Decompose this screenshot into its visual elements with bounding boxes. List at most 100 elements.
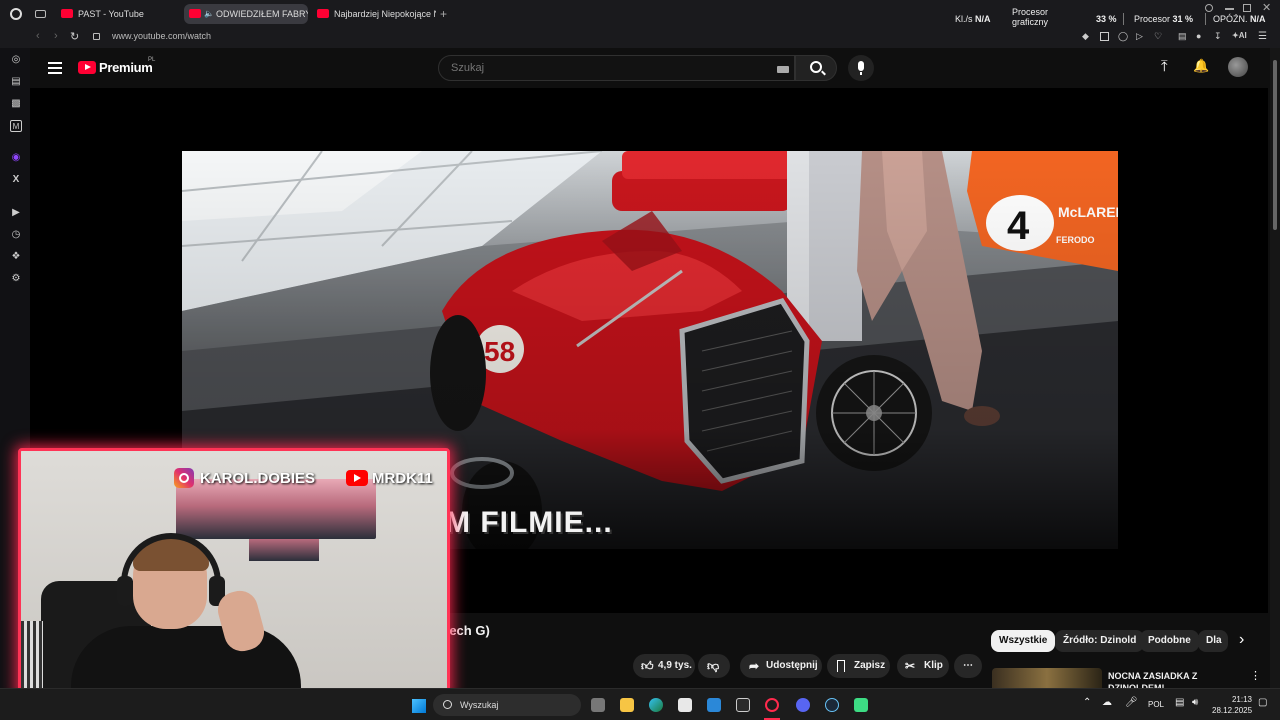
mail-icon[interactable]: [707, 698, 721, 712]
more-actions-button[interactable]: ⋯: [954, 654, 982, 678]
search-box: [438, 55, 795, 81]
avatar[interactable]: [1228, 57, 1248, 77]
gpu-label-line1: Procesor: [1012, 7, 1049, 17]
twitch-icon[interactable]: ◉: [10, 152, 22, 164]
microsoft-store-icon[interactable]: [678, 698, 692, 712]
minimize-window-icon[interactable]: [1225, 8, 1234, 10]
language-indicator[interactable]: POL: [1148, 700, 1164, 709]
cloud-icon[interactable]: ☁: [1102, 697, 1112, 708]
file-explorer-icon[interactable]: [620, 698, 634, 712]
notifications-bell-icon[interactable]: 🔔: [1193, 58, 1209, 74]
like-button[interactable]: 👍︎ 4,9 tys.: [633, 654, 695, 678]
striped-curtain: [21, 621, 43, 695]
opera-gx-icon[interactable]: [765, 698, 779, 712]
tab-title: ODWIEDZIŁEM FABRY: [216, 9, 308, 19]
save-button[interactable]: Zapisz: [827, 654, 890, 678]
player-icon[interactable]: ▶: [10, 207, 22, 219]
close-window-icon[interactable]: ✕: [1262, 1, 1271, 14]
chip-related[interactable]: Podobne: [1140, 630, 1199, 652]
start-button-icon[interactable]: [412, 699, 426, 713]
m-icon[interactable]: M: [10, 120, 22, 132]
hud-divider: [1123, 13, 1124, 25]
scissors-icon: ✂: [905, 659, 916, 673]
microphone-tray-icon[interactable]: 🎤︎: [1125, 697, 1138, 708]
tab-odwiedzilem-fabryke[interactable]: 🔈 ODWIEDZIŁEM FABRY: [184, 4, 308, 24]
page-scrollbar[interactable]: [1270, 48, 1280, 688]
clock-date: 28.12.2025: [1212, 706, 1253, 715]
settings-gear-icon[interactable]: ⚙: [10, 273, 22, 285]
youtube-logo-text[interactable]: Premium: [99, 60, 153, 75]
chip-source[interactable]: Źródło: Dzinold: [1055, 630, 1145, 652]
url-field[interactable]: www.youtube.com/watch: [112, 31, 211, 41]
kebab-menu-icon[interactable]: ⋮: [1250, 669, 1261, 682]
crypto-wallet-icon[interactable]: ▩: [10, 98, 22, 110]
cpu-stat: Procesor 31 %: [1134, 14, 1193, 24]
opera-menu-icon[interactable]: [10, 8, 22, 20]
scrollbar-thumb[interactable]: [1273, 60, 1277, 230]
next-video-thumbnail[interactable]: [992, 668, 1102, 690]
heart-icon[interactable]: ♡: [1154, 31, 1162, 42]
forward-icon[interactable]: ›: [54, 30, 58, 42]
maximize-window-icon[interactable]: [1243, 4, 1251, 12]
upload-icon[interactable]: ⤒: [1161, 58, 1168, 75]
tab-past-youtube[interactable]: PAST - YouTube: [56, 4, 180, 24]
tray-overflow-icon[interactable]: ⌃: [1083, 697, 1091, 708]
chip-for-you[interactable]: Dla: [1198, 630, 1228, 652]
address-bar: ‹ › ↻ www.youtube.com/watch ◆ ◯ ▷ ♡ ▤ ● …: [0, 28, 1280, 48]
cpu-label: Procesor: [1134, 14, 1171, 24]
clip-button[interactable]: ✂ Klip: [897, 654, 949, 678]
taskbar-search[interactable]: Wyszukaj: [433, 694, 581, 716]
voice-search-button[interactable]: [848, 55, 874, 81]
extensions-icon[interactable]: ▤: [1178, 31, 1187, 42]
bookmarks-icon[interactable]: ▤: [10, 76, 22, 88]
back-icon[interactable]: ‹: [36, 30, 40, 42]
pin-icon[interactable]: ◆: [1082, 31, 1089, 42]
discord-icon[interactable]: [796, 698, 810, 712]
snapshot-icon[interactable]: [1100, 32, 1109, 41]
history-icon[interactable]: ◷: [10, 229, 22, 241]
browser-menu-icon[interactable]: ☰: [1258, 31, 1267, 42]
chip-all[interactable]: Wszystkie: [991, 630, 1056, 652]
keyboard-icon[interactable]: [777, 66, 789, 73]
clip-label: Klip: [924, 660, 943, 671]
search-button[interactable]: [795, 55, 837, 81]
epic-games-icon[interactable]: [736, 698, 750, 712]
profile-icon[interactable]: ●: [1196, 31, 1201, 41]
shield-icon[interactable]: ◯: [1118, 31, 1128, 42]
volume-icon[interactable]: 🔊︎: [1192, 697, 1198, 708]
notifications-icon[interactable]: ▢: [1258, 697, 1267, 708]
network-stat: Kl./s N/A: [955, 14, 991, 24]
dislike-button[interactable]: 👎︎: [698, 654, 730, 678]
reload-icon[interactable]: ↻: [70, 30, 79, 43]
tab-title: PAST - YouTube: [78, 9, 144, 19]
more-dots-icon: ⋯: [963, 660, 973, 671]
task-view-icon[interactable]: [591, 698, 605, 712]
clock[interactable]: 21:13 28.12.2025: [1212, 694, 1252, 716]
latency-label: OPÓŹN.: [1213, 14, 1248, 24]
menu-hamburger-icon[interactable]: [48, 62, 62, 74]
webcam-overlay: KAROL.DOBIES MRDK11: [18, 448, 450, 698]
steam-icon[interactable]: [825, 698, 839, 712]
youtube-favicon-icon: [189, 9, 201, 18]
tab-overview-icon[interactable]: [35, 10, 46, 18]
extensions-icon[interactable]: ❖: [10, 251, 22, 263]
speaker-icon[interactable]: 🔈: [204, 4, 214, 24]
download-icon[interactable]: ↧: [1214, 31, 1222, 42]
search-input[interactable]: [451, 62, 751, 74]
youtube-logo-icon[interactable]: [78, 61, 96, 74]
share-button[interactable]: ➦ Udostępnij: [740, 654, 822, 678]
search-tabs-icon[interactable]: [1205, 4, 1213, 12]
player-icon[interactable]: ▷: [1136, 31, 1143, 42]
tab-najbardziej-niepokojace[interactable]: Najbardziej Niepokojące N: [312, 4, 436, 24]
bookmark-icon: [837, 660, 845, 672]
android-app-icon[interactable]: [854, 698, 868, 712]
next-video-title[interactable]: NOCNA ZASIADKA Z DZINOLDEM!: [1108, 670, 1197, 688]
speed-dial-icon[interactable]: ◎: [10, 54, 22, 66]
network-icon[interactable]: ▤: [1175, 697, 1184, 708]
new-tab-button[interactable]: +: [440, 7, 447, 21]
aria-ai-icon[interactable]: ✦AI: [1232, 31, 1247, 40]
next-video-title-line1: NOCNA ZASIADKA Z: [1108, 671, 1198, 681]
edge-icon[interactable]: [649, 698, 663, 712]
chevron-right-icon[interactable]: ›: [1239, 631, 1244, 649]
x-twitter-icon[interactable]: X: [10, 174, 22, 186]
